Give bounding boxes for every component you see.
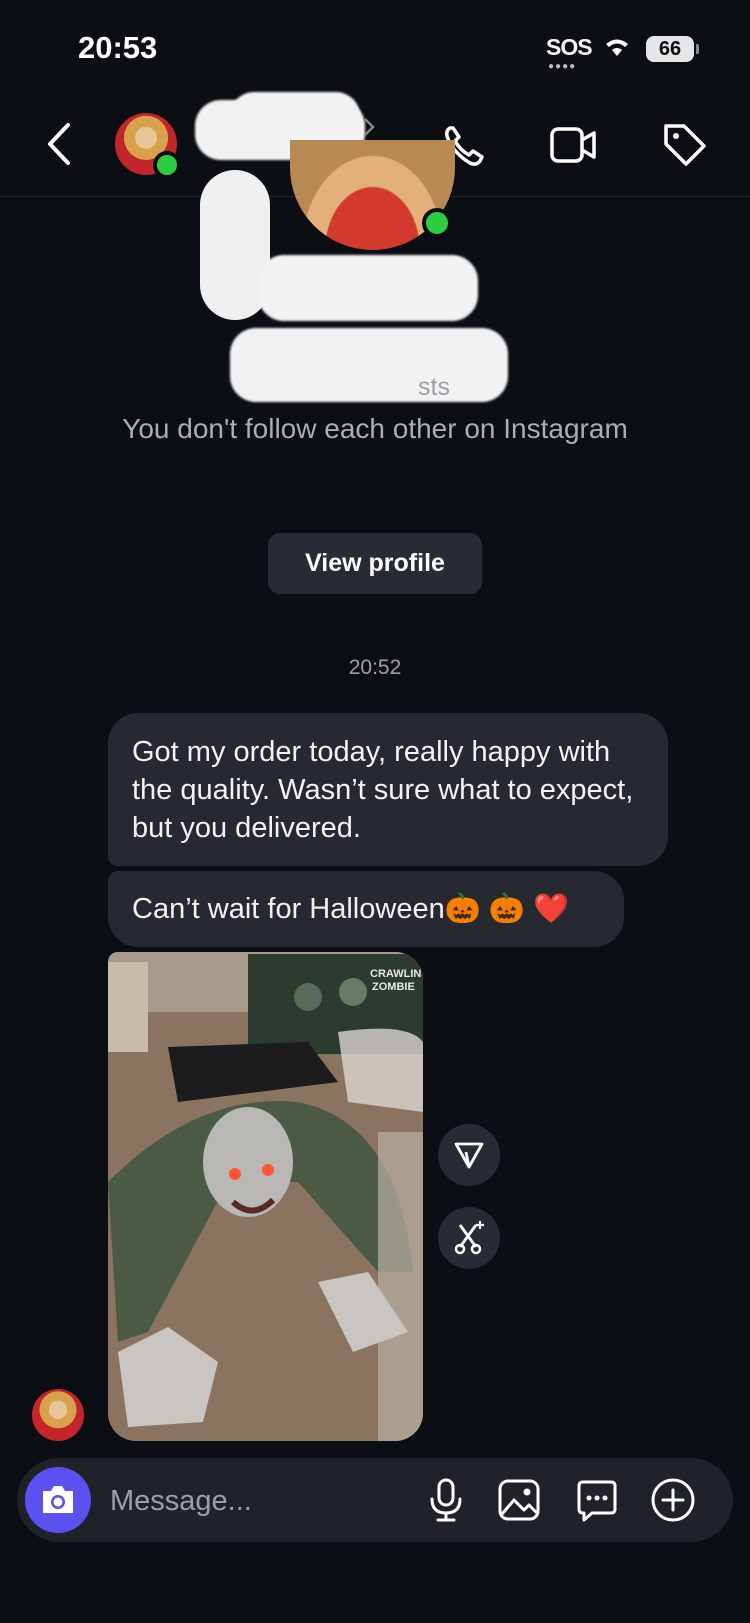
share-photo-button[interactable] xyxy=(438,1124,500,1186)
message-photo[interactable]: CRAWLIN ZOMBIE xyxy=(108,952,423,1441)
redaction-mark xyxy=(230,328,508,402)
redaction-mark xyxy=(258,255,478,321)
microphone-icon xyxy=(430,1478,462,1522)
camera-icon xyxy=(43,1486,73,1513)
message-text: Got my order today, really happy with th… xyxy=(132,736,634,844)
zombie-photo-image: CRAWLIN ZOMBIE xyxy=(108,952,423,1441)
more-options-button[interactable] xyxy=(650,1477,696,1528)
message-input[interactable] xyxy=(108,1478,392,1524)
view-profile-button[interactable]: View profile xyxy=(268,533,482,594)
message-bubble[interactable]: Can’t wait for Halloween🎃 🎃 ❤️ xyxy=(108,871,624,947)
sos-indicator: SOS xyxy=(546,34,593,60)
video-camera-icon xyxy=(550,127,596,163)
message-text: Can’t wait for Halloween🎃 🎃 ❤️ xyxy=(132,893,570,925)
message-bubble[interactable]: Got my order today, really happy with th… xyxy=(108,713,668,866)
posts-count-fragment: sts xyxy=(418,373,450,401)
voice-message-button[interactable] xyxy=(428,1477,464,1528)
sender-avatar[interactable] xyxy=(32,1389,84,1441)
ai-edit-icon xyxy=(454,1221,484,1255)
chevron-right-icon xyxy=(362,116,376,143)
signal-dots: ●●●● xyxy=(548,61,577,72)
sticker-icon xyxy=(577,1480,617,1522)
box-label: ZOMBIE xyxy=(372,981,415,993)
ai-edit-button[interactable] xyxy=(438,1207,500,1269)
video-call-button[interactable] xyxy=(549,124,597,171)
plus-icon xyxy=(651,1478,695,1522)
online-status-dot xyxy=(153,151,181,179)
battery-indicator: 66 xyxy=(646,36,694,62)
wifi-icon xyxy=(602,34,632,63)
tag-button[interactable] xyxy=(660,120,708,173)
status-time: 20:53 xyxy=(78,30,158,65)
sticker-button[interactable] xyxy=(574,1478,620,1529)
battery-tip xyxy=(696,44,699,54)
box-label: CRAWLIN xyxy=(370,968,421,980)
camera-button[interactable] xyxy=(25,1467,91,1533)
gallery-button[interactable] xyxy=(497,1478,541,1527)
message-timestamp: 20:52 xyxy=(348,656,402,679)
back-button[interactable] xyxy=(44,122,74,171)
profile-online-dot xyxy=(422,208,452,238)
chevron-left-icon xyxy=(48,123,70,165)
share-icon xyxy=(454,1142,484,1169)
tag-icon xyxy=(664,124,706,166)
follow-status-text: You don't follow each other on Instagram xyxy=(122,413,628,444)
gallery-icon xyxy=(498,1479,540,1521)
redaction-mark xyxy=(230,92,360,140)
